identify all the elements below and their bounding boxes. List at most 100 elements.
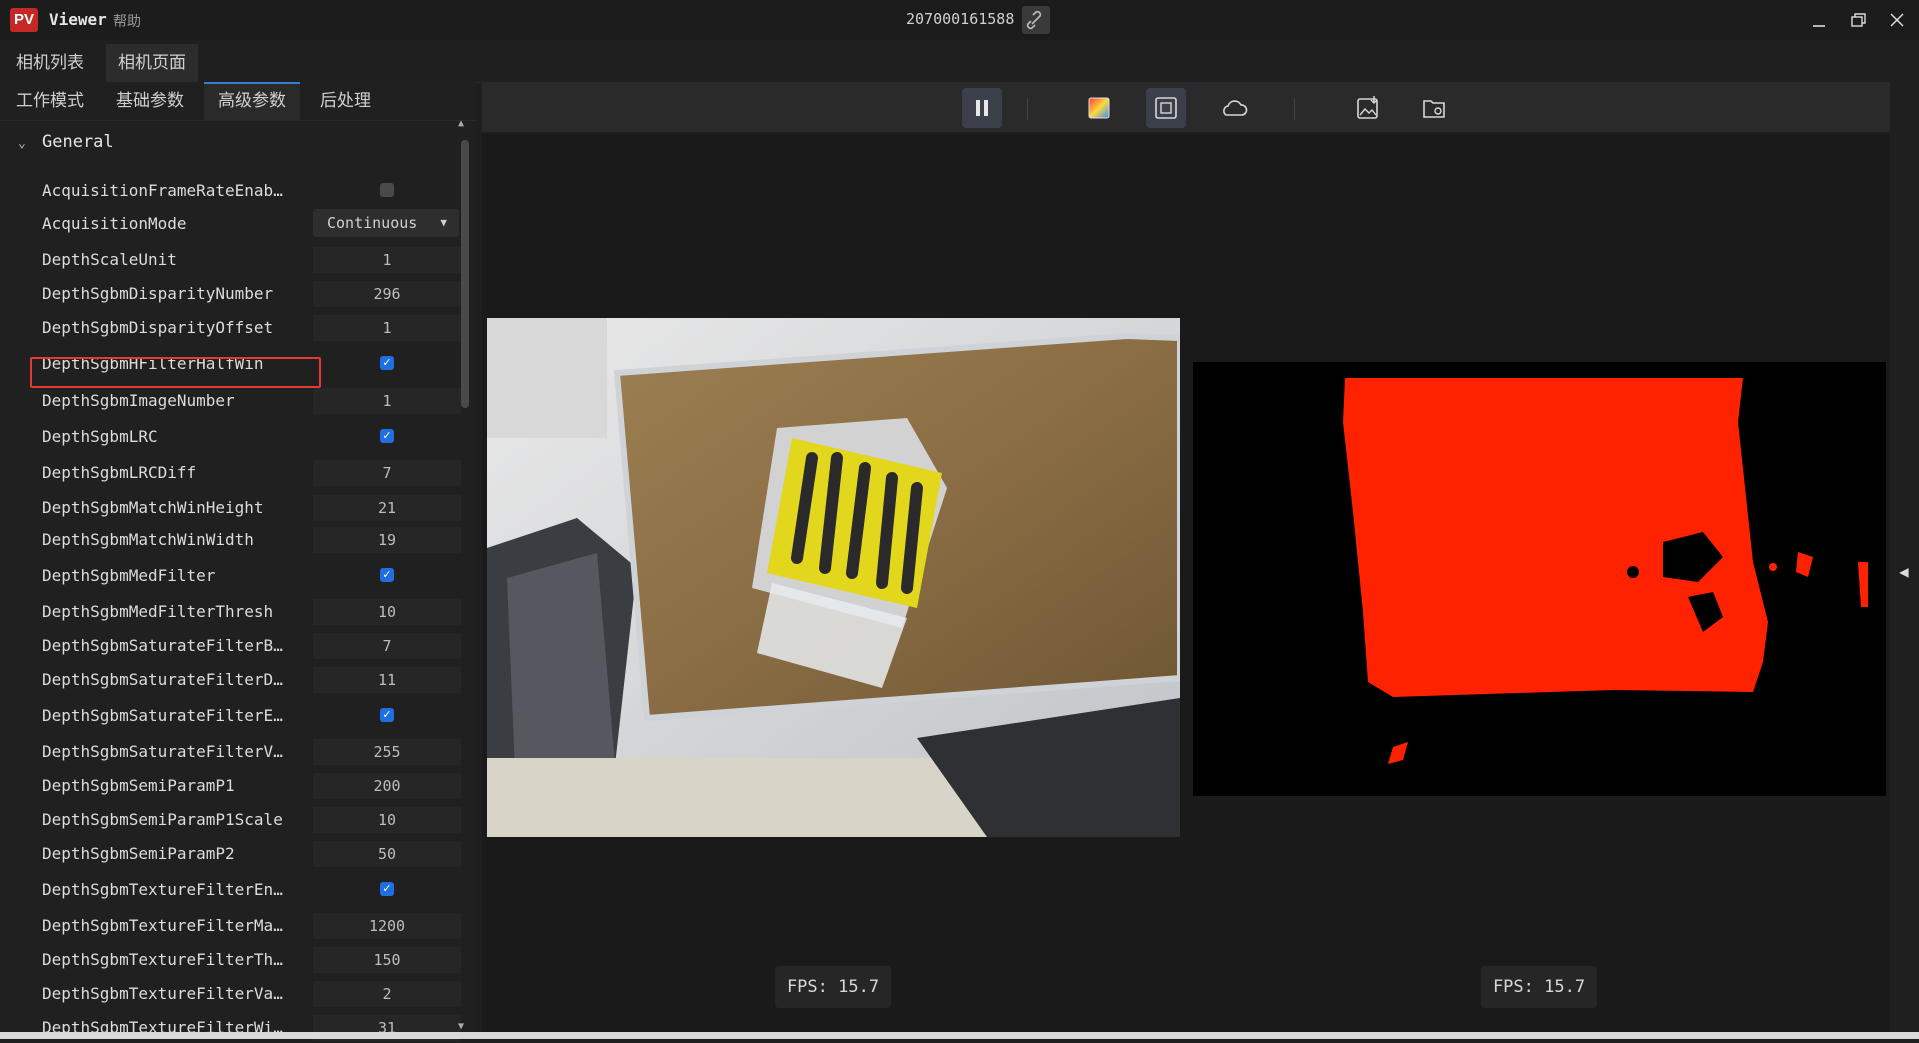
highlight-box (30, 357, 321, 388)
param-row: DepthSgbmSaturateFilterV… 255 (0, 737, 461, 767)
depth-frame-icon[interactable] (1146, 88, 1186, 128)
param-name: DepthSgbmLRCDiff (42, 463, 197, 482)
app-title: Viewer (49, 10, 107, 29)
param-name: DepthSgbmTextureFilterEn… (42, 880, 283, 899)
param-row: DepthSgbmDisparityOffset 1 (0, 313, 461, 343)
color-camera-image (487, 318, 1180, 837)
param-value-field[interactable]: 1 (313, 388, 461, 414)
param-row: DepthSgbmImageNumber 1 (0, 386, 461, 416)
minimize-icon[interactable] (1804, 6, 1834, 34)
param-name: DepthSgbmSemiParamP1 (42, 776, 235, 795)
param-row: DepthSgbmDisparityNumber 296 (0, 279, 461, 309)
param-value-field[interactable]: 1200 (313, 913, 461, 939)
scroll-down-icon[interactable]: ▼ (458, 1021, 464, 1032)
param-row: DepthSgbmLRCDiff 7 (0, 458, 461, 488)
param-select[interactable]: Continuous ▼ (313, 209, 459, 237)
param-row: DepthSgbmSemiParamP1Scale 10 (0, 805, 461, 835)
parameter-panel: 工作模式 基础参数 高级参数 后处理 ⌄ General AcquisitionF… (0, 82, 476, 1041)
param-name: DepthSgbmTextureFilterVa… (42, 984, 283, 1003)
param-value-field[interactable]: 11 (313, 667, 461, 693)
param-checkbox[interactable] (380, 183, 394, 197)
param-name: DepthSgbmSaturateFilterB… (42, 636, 283, 655)
view-toolbar (482, 82, 1890, 132)
param-name: DepthSgbmDisparityNumber (42, 284, 274, 303)
param-value-field[interactable]: 21 (313, 495, 461, 521)
param-value-field[interactable]: 7 (313, 460, 461, 486)
open-folder-icon[interactable] (1414, 88, 1454, 128)
depth-image (1193, 362, 1886, 796)
param-row: DepthSgbmMatchWinWidth 19 (0, 525, 461, 555)
param-value-field[interactable]: 200 (313, 773, 461, 799)
param-value-field[interactable]: 255 (313, 739, 461, 765)
param-select-value: Continuous (327, 214, 418, 232)
param-value-field[interactable]: 10 (313, 599, 461, 625)
param-row: DepthSgbmMedFilter ✓ (0, 561, 460, 591)
param-name: DepthSgbmSaturateFilterD… (42, 670, 283, 689)
chevron-left-icon[interactable]: ◀ (1899, 562, 1909, 581)
param-name: DepthSgbmSaturateFilterE… (42, 706, 283, 725)
param-row: DepthSgbmTextureFilterEn… ✓ (0, 875, 460, 905)
param-checkbox[interactable]: ✓ (380, 356, 394, 370)
color-fps-label: FPS: 15.7 (775, 966, 891, 1008)
param-row: DepthSgbmMedFilterThresh 10 (0, 597, 461, 627)
param-row: AcquisitionMode Continuous ▼ (0, 209, 460, 239)
param-name: DepthSgbmLRC (42, 427, 158, 446)
parameter-list: AcquisitionFrameRateEnab… AcquisitionMode… (0, 82, 461, 1041)
save-image-icon[interactable] (1348, 88, 1388, 128)
scroll-thumb[interactable] (461, 140, 469, 408)
param-row: DepthSgbmSemiParamP1 200 (0, 771, 461, 801)
param-name: DepthSgbmTextureFilterMa… (42, 916, 283, 935)
param-value-field[interactable]: 2 (313, 981, 461, 1007)
point-cloud-icon[interactable] (1214, 88, 1254, 128)
depth-fps-label: FPS: 15.7 (1481, 966, 1597, 1008)
dropdown-arrow-icon: ▼ (440, 216, 447, 229)
param-name: DepthSgbmImageNumber (42, 391, 235, 410)
param-row: DepthScaleUnit 1 (0, 245, 461, 275)
restore-icon[interactable] (1843, 6, 1873, 34)
param-row: DepthSgbmTextureFilterVa… 2 (0, 979, 461, 1009)
param-checkbox[interactable]: ✓ (380, 708, 394, 722)
link-broken-icon[interactable] (1022, 6, 1050, 34)
tab-camera-page[interactable]: 相机页面 (106, 44, 198, 82)
app-logo: PV (10, 8, 38, 32)
param-row: DepthSgbmSaturateFilterE… ✓ (0, 701, 460, 731)
title-bar: PV Viewer 帮助 207000161588 (0, 0, 1919, 40)
param-value-field[interactable]: 19 (313, 527, 461, 553)
param-value-field[interactable]: 1 (313, 247, 461, 273)
param-checkbox[interactable]: ✓ (380, 882, 394, 896)
param-value-field[interactable]: 150 (313, 947, 461, 973)
top-tab-bar: 相机列表 相机页面 (0, 44, 1919, 83)
param-name: DepthSgbmMedFilterThresh (42, 602, 274, 621)
tab-camera-list[interactable]: 相机列表 (4, 44, 96, 82)
param-value-field[interactable]: 1 (313, 315, 461, 341)
param-name: DepthSgbmDisparityOffset (42, 318, 274, 337)
param-value-field[interactable]: 10 (313, 807, 461, 833)
param-name: DepthSgbmMatchWinWidth (42, 530, 254, 549)
scrollbar[interactable]: ▲ ▼ (458, 118, 472, 1032)
color-image-icon[interactable] (1079, 88, 1119, 128)
param-name: DepthSgbmSaturateFilterV… (42, 742, 283, 761)
param-row: DepthSgbmTextureFilterTh… 150 (0, 945, 461, 975)
param-name: DepthSgbmTextureFilterTh… (42, 950, 283, 969)
pause-icon[interactable] (962, 88, 1002, 128)
param-name: DepthSgbmSemiParamP2 (42, 844, 235, 863)
param-value-field[interactable]: 7 (313, 633, 461, 659)
param-row: DepthSgbmSaturateFilterB… 7 (0, 631, 461, 661)
param-row: DepthSgbmLRC ✓ (0, 422, 460, 452)
param-checkbox[interactable]: ✓ (380, 568, 394, 582)
menu-help[interactable]: 帮助 (113, 11, 141, 31)
camera-serial: 207000161588 (906, 10, 1015, 28)
param-checkbox[interactable]: ✓ (380, 429, 394, 443)
param-value-field[interactable]: 50 (313, 841, 461, 867)
param-name: DepthSgbmSemiParamP1Scale (42, 810, 283, 829)
bottom-strip (0, 1032, 1919, 1039)
view-area: FPS: 15.7 FPS: 15.7 (482, 134, 1890, 1032)
param-row: DepthSgbmTextureFilterMa… 1200 (0, 911, 461, 941)
close-icon[interactable] (1882, 6, 1912, 34)
param-name: DepthSgbmMedFilter (42, 566, 216, 585)
param-value-field[interactable]: 296 (313, 281, 461, 307)
param-row: DepthSgbmSaturateFilterD… 11 (0, 665, 461, 695)
scroll-up-icon[interactable]: ▲ (458, 118, 464, 129)
param-row: AcquisitionFrameRateEnab… (0, 176, 460, 206)
param-row: DepthSgbmMatchWinHeight 21 (0, 493, 461, 523)
